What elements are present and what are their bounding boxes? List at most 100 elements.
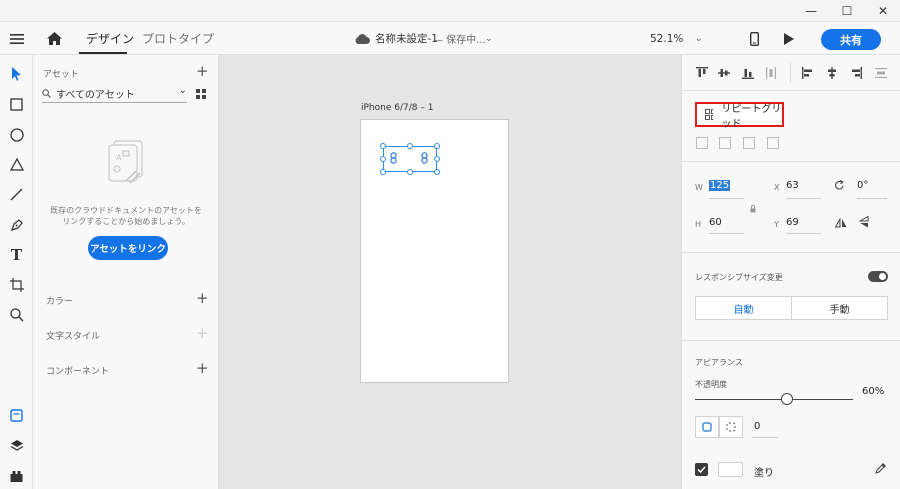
play-icon[interactable] <box>783 22 794 55</box>
asset-search-value: すべてのアセット <box>56 90 135 101</box>
x-underline <box>786 198 821 199</box>
corner-radius-input[interactable]: 0 <box>754 421 760 432</box>
resize-handle[interactable] <box>434 156 440 162</box>
height-label: H <box>695 220 702 229</box>
add-character-style-icon[interactable]: + <box>196 326 209 341</box>
boolean-intersect-icon[interactable] <box>743 137 755 149</box>
flip-horizontal-icon[interactable] <box>834 217 847 231</box>
responsive-auto-option[interactable]: 自動 <box>696 297 792 319</box>
opacity-slider-knob[interactable] <box>781 393 793 405</box>
chevron-down-icon[interactable]: ⌄ <box>179 85 187 96</box>
document-title[interactable]: 名称未設定-1 <box>375 22 438 55</box>
home-icon[interactable] <box>47 22 62 55</box>
boolean-exclude-icon[interactable] <box>767 137 779 149</box>
assets-panel-icon[interactable] <box>6 405 27 426</box>
add-component-icon[interactable]: + <box>196 361 209 376</box>
zoom-tool-icon[interactable] <box>6 304 27 325</box>
width-input[interactable]: 125 <box>709 180 731 191</box>
per-corner-radius-button[interactable] <box>719 416 743 438</box>
ellipse-tool-icon[interactable] <box>6 124 27 145</box>
resize-handle[interactable] <box>380 156 386 162</box>
polygon-tool-icon[interactable] <box>6 154 27 175</box>
rotation-input[interactable]: 0° <box>857 180 868 191</box>
select-tool-icon[interactable] <box>6 63 27 84</box>
rotation-underline <box>857 198 887 199</box>
asset-search-field[interactable]: すべてのアセット ⌄ <box>42 85 187 103</box>
zoom-chevron-down-icon[interactable]: ⌄ <box>695 22 703 55</box>
rotate-icon <box>834 180 845 194</box>
distribute-horizontal-icon[interactable] <box>874 66 888 80</box>
eyedropper-icon[interactable] <box>875 462 887 477</box>
align-middle-icon[interactable] <box>717 66 731 80</box>
resize-handle[interactable] <box>434 169 440 175</box>
align-left-icon[interactable] <box>801 66 815 80</box>
link-assets-button[interactable]: アセットをリンク <box>88 236 168 260</box>
fill-color-swatch[interactable] <box>718 462 743 477</box>
boolean-subtract-icon[interactable] <box>719 137 731 149</box>
rectangle-tool-icon[interactable] <box>6 94 27 115</box>
repeat-grid-button[interactable]: リピートグリッド <box>695 102 784 130</box>
y-input[interactable]: 69 <box>786 217 799 228</box>
artboard-tool-icon[interactable] <box>6 274 27 295</box>
repeat-grid-label: リピートグリッド <box>721 103 782 130</box>
distribute-vertical-icon[interactable] <box>764 66 778 80</box>
layers-icon[interactable] <box>6 435 27 456</box>
repeat-grid-handle-icon[interactable] <box>390 152 397 167</box>
pen-tool-icon[interactable] <box>6 214 27 235</box>
divider <box>682 340 900 341</box>
divider <box>682 161 900 162</box>
align-center-icon[interactable] <box>825 66 839 80</box>
opacity-slider-track[interactable] <box>695 399 853 400</box>
align-bottom-icon[interactable] <box>741 66 755 80</box>
line-tool-icon[interactable] <box>6 184 27 205</box>
share-button[interactable]: 共有 <box>821 29 881 50</box>
section-colors-label: カラー <box>46 297 74 307</box>
add-asset-icon[interactable]: + <box>196 64 209 79</box>
tool-rail: T <box>0 55 33 489</box>
grid-view-icon[interactable] <box>196 89 206 102</box>
plugins-icon[interactable] <box>6 465 27 486</box>
artboard-name[interactable]: iPhone 6/7/8 – 1 <box>361 103 433 113</box>
fill-checkbox[interactable] <box>695 463 708 476</box>
y-label: Y <box>774 220 779 229</box>
tab-prototype[interactable]: プロトタイプ <box>142 22 214 55</box>
repeat-grid-handle-icon[interactable] <box>421 152 428 167</box>
add-color-icon[interactable]: + <box>196 291 209 306</box>
opacity-value[interactable]: 60% <box>862 386 884 397</box>
hamburger-menu-icon[interactable] <box>10 22 24 55</box>
resize-handle[interactable] <box>380 143 386 149</box>
flip-vertical-icon[interactable] <box>858 215 869 231</box>
document-status: — 保存中... <box>433 35 486 46</box>
text-tool-icon[interactable]: T <box>6 244 27 265</box>
search-icon <box>42 89 51 98</box>
close-button[interactable]: ✕ <box>866 0 900 22</box>
zoom-level[interactable]: 52.1% <box>650 22 683 55</box>
minimize-button[interactable]: — <box>794 0 828 22</box>
x-label: X <box>774 183 780 192</box>
section-character-styles-label: 文字スタイル <box>46 332 101 342</box>
height-input[interactable]: 60 <box>709 217 722 228</box>
linked-documents-icon: A <box>105 138 145 193</box>
align-right-icon[interactable] <box>849 66 863 80</box>
tab-design[interactable]: デザイン <box>86 22 134 55</box>
resize-handle[interactable] <box>434 143 440 149</box>
x-input[interactable]: 63 <box>786 180 799 191</box>
resize-handle[interactable] <box>407 143 413 149</box>
section-components-label: コンポーネント <box>46 367 110 377</box>
maximize-button[interactable]: ☐ <box>830 0 864 22</box>
resize-handle[interactable] <box>407 169 413 175</box>
divider <box>682 252 900 253</box>
y-underline <box>786 233 821 234</box>
device-preview-icon[interactable] <box>750 22 759 55</box>
width-underline <box>709 198 744 199</box>
chevron-down-icon[interactable]: ⌄ <box>485 22 493 55</box>
align-top-icon[interactable] <box>695 66 709 80</box>
boolean-add-icon[interactable] <box>696 137 708 149</box>
responsive-mode-segmented: 自動 手動 <box>695 296 888 320</box>
responsive-manual-option[interactable]: 手動 <box>792 297 887 319</box>
title-bar: — ☐ ✕ <box>0 0 900 22</box>
lock-aspect-icon[interactable] <box>750 203 756 216</box>
responsive-resize-toggle[interactable] <box>868 271 888 282</box>
uniform-corner-radius-button[interactable] <box>695 416 719 438</box>
resize-handle[interactable] <box>380 169 386 175</box>
